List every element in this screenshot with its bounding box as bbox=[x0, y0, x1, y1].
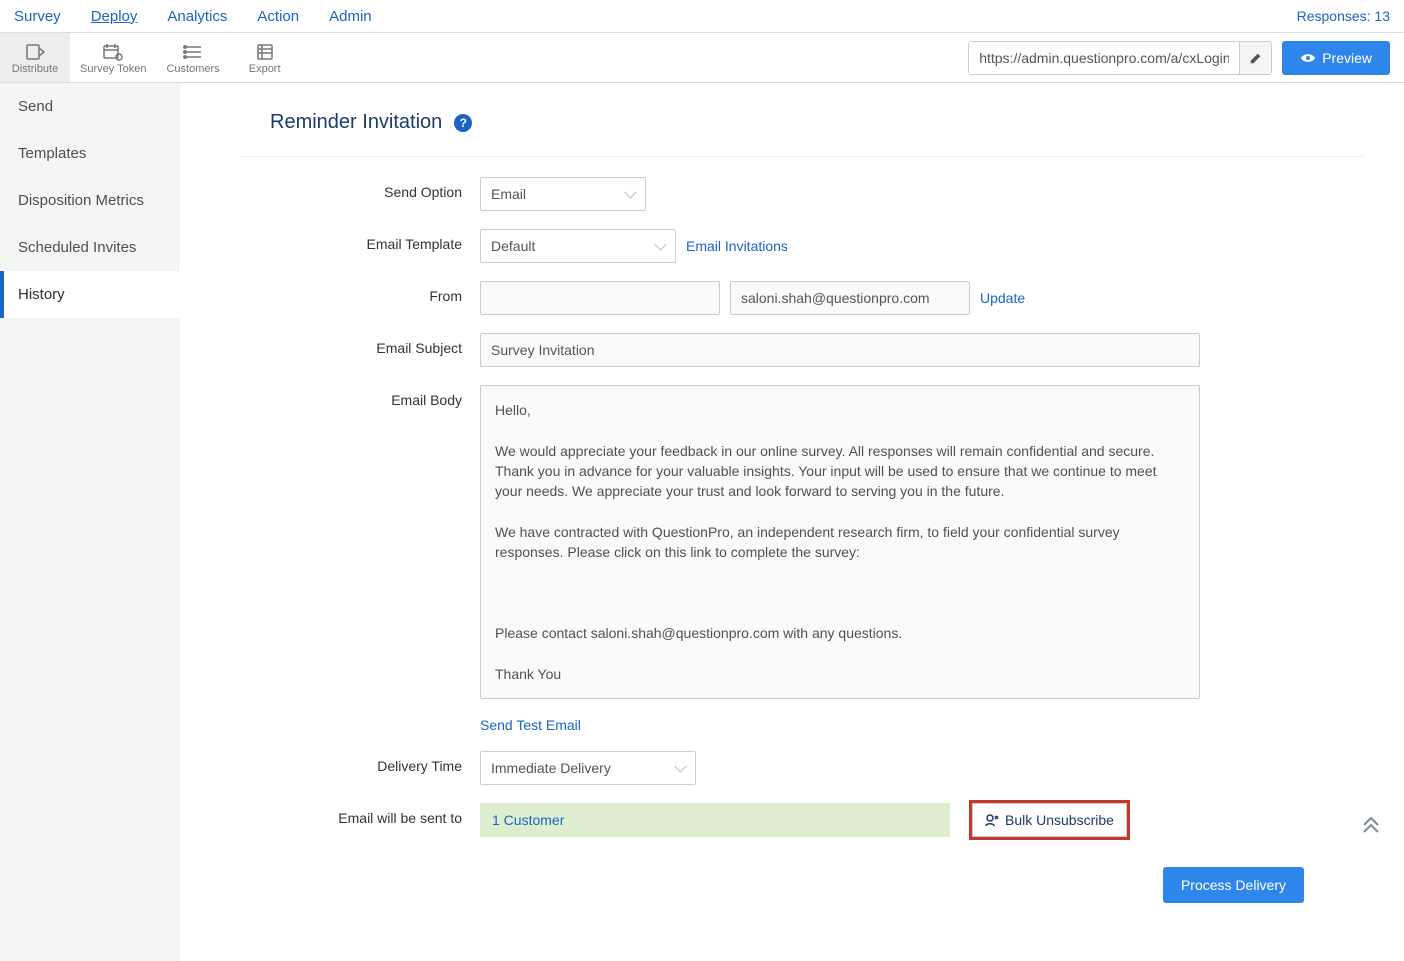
toolbar-customers-label: Customers bbox=[166, 63, 219, 75]
sidebar: Send Templates Disposition Metrics Sched… bbox=[0, 83, 180, 961]
row-send-option: Send Option Email bbox=[270, 177, 1364, 211]
label-sent-to: Email will be sent to bbox=[270, 803, 480, 826]
nav-survey[interactable]: Survey bbox=[14, 8, 61, 25]
distribute-icon bbox=[23, 42, 47, 62]
scroll-to-top[interactable] bbox=[1360, 813, 1382, 838]
toolbar: Distribute Survey Token Customers X Expo… bbox=[0, 33, 1404, 83]
bulk-unsubscribe-button[interactable]: Bulk Unsubscribe bbox=[972, 803, 1127, 837]
label-body: Email Body bbox=[270, 385, 480, 408]
svg-text:X: X bbox=[260, 44, 263, 49]
sidebar-item-disposition[interactable]: Disposition Metrics bbox=[0, 177, 180, 224]
email-body-textarea[interactable]: Hello, We would appreciate your feedback… bbox=[480, 385, 1200, 699]
customer-count-box[interactable]: 1 Customer bbox=[480, 803, 950, 837]
nav-deploy[interactable]: Deploy bbox=[91, 8, 138, 25]
sidebar-item-scheduled[interactable]: Scheduled Invites bbox=[0, 224, 180, 271]
sidebar-item-send[interactable]: Send bbox=[0, 83, 180, 130]
pencil-icon bbox=[1249, 51, 1263, 65]
sidebar-item-history[interactable]: History bbox=[0, 271, 180, 318]
eye-icon bbox=[1300, 52, 1316, 64]
row-email-template: Email Template Default Email Invitations bbox=[270, 229, 1364, 263]
label-subject: Email Subject bbox=[270, 333, 480, 356]
from-email-input[interactable] bbox=[730, 281, 970, 315]
toolbar-left: Distribute Survey Token Customers X Expo… bbox=[0, 33, 300, 82]
url-edit-button[interactable] bbox=[1239, 42, 1271, 74]
bulk-unsubscribe-label: Bulk Unsubscribe bbox=[1005, 812, 1114, 828]
row-sent-to: Email will be sent to 1 Customer Bulk Un… bbox=[270, 803, 1364, 837]
row-from: From Update bbox=[270, 281, 1364, 315]
toolbar-survey-token[interactable]: Survey Token bbox=[70, 33, 156, 82]
top-nav-left: Survey Deploy Analytics Action Admin bbox=[14, 8, 372, 25]
nav-admin[interactable]: Admin bbox=[329, 8, 372, 25]
toolbar-export-label: Export bbox=[249, 63, 281, 75]
email-invitations-link[interactable]: Email Invitations bbox=[686, 238, 788, 254]
help-icon[interactable]: ? bbox=[454, 114, 472, 132]
toolbar-export[interactable]: X Export bbox=[230, 33, 300, 82]
label-send-option: Send Option bbox=[270, 177, 480, 200]
from-name-input[interactable] bbox=[480, 281, 720, 315]
toolbar-distribute-label: Distribute bbox=[12, 63, 58, 75]
select-delivery-time[interactable]: Immediate Delivery bbox=[480, 751, 696, 785]
select-email-template[interactable]: Default bbox=[480, 229, 676, 263]
nav-analytics[interactable]: Analytics bbox=[167, 8, 227, 25]
select-send-option[interactable]: Email bbox=[480, 177, 646, 211]
label-email-template: Email Template bbox=[270, 229, 480, 252]
label-from: From bbox=[270, 281, 480, 304]
export-icon: X bbox=[253, 42, 277, 62]
row-send-test: Send Test Email bbox=[270, 717, 1364, 733]
chevron-double-up-icon bbox=[1360, 813, 1382, 835]
subject-input[interactable] bbox=[480, 333, 1200, 367]
gap-column bbox=[180, 83, 242, 961]
toolbar-token-label: Survey Token bbox=[80, 63, 146, 75]
calendar-token-icon bbox=[101, 42, 125, 62]
responses-count[interactable]: Responses: 13 bbox=[1297, 8, 1390, 24]
customers-icon bbox=[181, 42, 205, 62]
page-title: Reminder Invitation bbox=[270, 111, 442, 134]
preview-button[interactable]: Preview bbox=[1282, 41, 1390, 75]
row-body: Email Body Hello, We would appreciate yo… bbox=[270, 385, 1364, 699]
send-test-email-link[interactable]: Send Test Email bbox=[480, 717, 581, 733]
nav-action[interactable]: Action bbox=[257, 8, 299, 25]
label-delivery: Delivery Time bbox=[270, 751, 480, 774]
top-nav: Survey Deploy Analytics Action Admin Res… bbox=[0, 0, 1404, 33]
sidebar-item-templates[interactable]: Templates bbox=[0, 130, 180, 177]
page-header: Reminder Invitation ? bbox=[242, 83, 1364, 157]
body: Send Templates Disposition Metrics Sched… bbox=[0, 83, 1404, 961]
preview-label: Preview bbox=[1322, 50, 1372, 66]
url-input[interactable] bbox=[969, 42, 1239, 74]
row-delivery-time: Delivery Time Immediate Delivery bbox=[270, 751, 1364, 785]
row-process: Process Delivery bbox=[270, 867, 1364, 903]
form: Send Option Email Email Template Default… bbox=[242, 157, 1364, 903]
unsubscribe-icon bbox=[985, 813, 999, 827]
toolbar-customers[interactable]: Customers bbox=[156, 33, 229, 82]
process-delivery-button[interactable]: Process Delivery bbox=[1163, 867, 1304, 903]
main: Reminder Invitation ? Send Option Email … bbox=[242, 83, 1404, 961]
toolbar-right: Preview bbox=[968, 41, 1390, 75]
update-link[interactable]: Update bbox=[980, 290, 1025, 306]
toolbar-distribute[interactable]: Distribute bbox=[0, 33, 70, 82]
row-subject: Email Subject bbox=[270, 333, 1364, 367]
url-input-wrap bbox=[968, 41, 1272, 75]
